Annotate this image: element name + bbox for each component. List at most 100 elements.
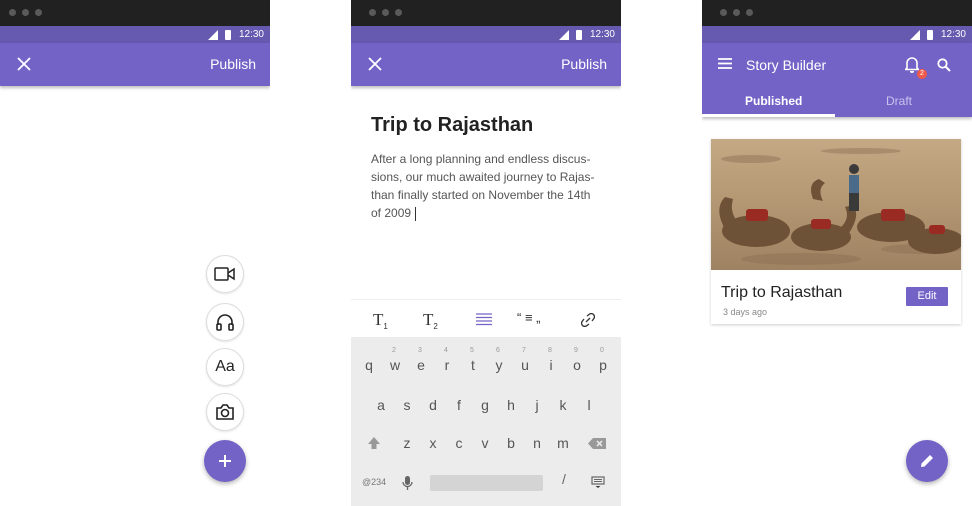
key-number-hint: 2 xyxy=(392,347,396,354)
key[interactable]: 6y xyxy=(490,347,508,373)
key[interactable]: a xyxy=(372,397,390,413)
close-icon[interactable] xyxy=(367,56,383,72)
key[interactable]: 2w xyxy=(386,347,404,373)
symbols-key[interactable]: @234 xyxy=(362,477,386,487)
key[interactable]: g xyxy=(476,397,494,413)
add-audio-button[interactable] xyxy=(206,303,244,341)
tab-published[interactable]: Published xyxy=(745,94,802,108)
app-bar: Story Builder 2 Published Draft xyxy=(702,43,972,117)
key-letter: o xyxy=(573,357,581,373)
app-title: Story Builder xyxy=(746,57,827,73)
window-dot xyxy=(720,9,727,16)
key[interactable]: 0p xyxy=(594,347,612,373)
key[interactable]: k xyxy=(554,397,572,413)
window-dot xyxy=(395,9,402,16)
key[interactable]: d xyxy=(424,397,442,413)
text-cursor xyxy=(415,206,417,221)
key-letter: t xyxy=(471,357,475,373)
window-dot xyxy=(9,9,16,16)
key[interactable]: c xyxy=(450,435,468,451)
align-justify-icon[interactable] xyxy=(475,313,493,326)
key-number-hint: 3 xyxy=(418,347,422,354)
video-camera-icon xyxy=(214,267,235,281)
keyboard-row-3: z x c v b n m xyxy=(351,435,621,455)
pencil-icon xyxy=(921,455,933,467)
add-video-button[interactable] xyxy=(206,255,244,293)
window-dot xyxy=(22,9,29,16)
backspace-icon[interactable] xyxy=(587,437,607,450)
key[interactable]: q xyxy=(360,357,378,373)
heading1-button[interactable]: T1 xyxy=(373,310,388,331)
tab-draft[interactable]: Draft xyxy=(886,94,912,108)
quote-button[interactable]: “ ≡ „ xyxy=(517,310,540,325)
key[interactable]: 7u xyxy=(516,347,534,373)
story-title[interactable]: Trip to Rajasthan xyxy=(371,114,533,137)
story-card-title: Trip to Rajasthan xyxy=(721,284,843,301)
plus-icon xyxy=(219,455,231,467)
active-tab-indicator xyxy=(702,114,835,117)
screen-compose-empty: 12:30 Publish Aa xyxy=(0,0,270,506)
text-format-icon: Aa xyxy=(215,358,235,375)
key-letter: i xyxy=(549,357,553,373)
key[interactable]: f xyxy=(450,397,468,413)
key[interactable]: s xyxy=(398,397,416,413)
key[interactable]: m xyxy=(554,435,572,451)
publish-button[interactable]: Publish xyxy=(561,56,607,72)
add-text-button[interactable]: Aa xyxy=(206,348,244,386)
status-bar: 12:30 xyxy=(0,26,270,43)
search-icon[interactable] xyxy=(937,58,951,72)
add-content-fab[interactable] xyxy=(204,440,246,482)
keyboard-row-1: q 2w 3e 4r 5t 6y 7u 8i 9o 0p xyxy=(351,347,621,377)
add-photo-button[interactable] xyxy=(206,393,244,431)
key[interactable]: 4r xyxy=(438,347,456,373)
window-dot xyxy=(746,9,753,16)
microphone-icon[interactable] xyxy=(402,475,413,491)
camera-icon xyxy=(216,404,234,420)
key[interactable]: l xyxy=(580,397,598,413)
story-card-date: 3 days ago xyxy=(723,307,768,317)
key[interactable]: 5t xyxy=(464,347,482,373)
new-story-fab[interactable] xyxy=(906,440,948,482)
key[interactable]: 8i xyxy=(542,347,560,373)
edit-button[interactable]: Edit xyxy=(906,287,948,306)
key[interactable]: x xyxy=(424,435,442,451)
signal-icon xyxy=(208,30,218,40)
key-number-hint: 4 xyxy=(444,347,448,354)
key[interactable]: 9o xyxy=(568,347,586,373)
key-letter: y xyxy=(495,357,503,373)
story-cover-image xyxy=(711,139,961,270)
key-number-hint: 5 xyxy=(470,347,474,354)
story-card[interactable]: Trip to Rajasthan 3 days ago Edit xyxy=(711,139,961,324)
story-body-line: After a long planning and endless discus… xyxy=(371,152,591,166)
key[interactable]: h xyxy=(502,397,520,413)
key[interactable]: v xyxy=(476,435,494,451)
on-screen-keyboard: q 2w 3e 4r 5t 6y 7u 8i 9o 0p a s d f g h… xyxy=(351,337,621,506)
close-icon[interactable] xyxy=(16,56,32,72)
signal-icon xyxy=(559,30,569,40)
battery-icon xyxy=(576,30,582,40)
battery-icon xyxy=(927,30,933,40)
notification-badge: 2 xyxy=(917,69,927,79)
key-number-hint: 6 xyxy=(496,347,500,354)
slash-key[interactable]: / xyxy=(562,471,566,487)
key[interactable]: n xyxy=(528,435,546,451)
shift-icon[interactable] xyxy=(367,436,381,450)
key[interactable]: 3e xyxy=(412,347,430,373)
publish-button[interactable]: Publish xyxy=(210,56,256,72)
space-key[interactable] xyxy=(430,475,543,491)
link-icon[interactable] xyxy=(581,313,595,327)
key-number-hint: 7 xyxy=(522,347,526,354)
key-number-hint: 9 xyxy=(574,347,578,354)
story-body-editor[interactable]: After a long planning and endless discus… xyxy=(371,150,607,222)
key[interactable]: b xyxy=(502,435,520,451)
keyboard-hide-icon[interactable] xyxy=(591,476,605,488)
battery-icon xyxy=(225,30,231,40)
menu-icon[interactable] xyxy=(718,58,732,69)
key[interactable]: z xyxy=(398,435,416,451)
heading1-icon: T xyxy=(373,310,384,329)
key[interactable]: j xyxy=(528,397,546,413)
window-dot xyxy=(733,9,740,16)
heading2-button[interactable]: T2 xyxy=(423,310,438,331)
device-chrome xyxy=(0,0,270,26)
window-dot xyxy=(382,9,389,16)
